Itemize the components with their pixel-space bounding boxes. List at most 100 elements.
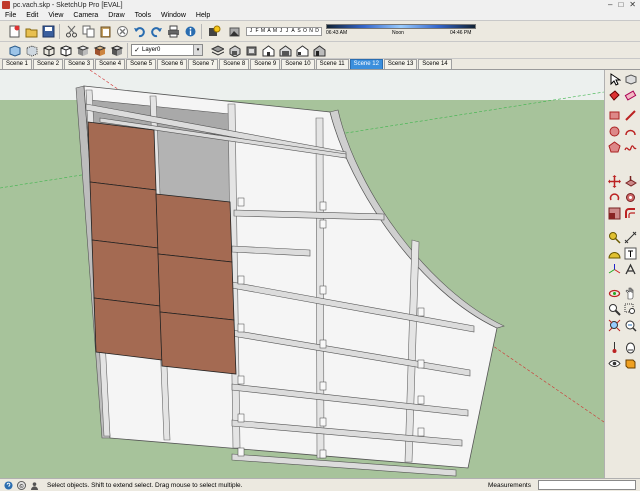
tab-scene-10[interactable]: Scene 10	[281, 59, 315, 69]
maximize-button[interactable]: □	[618, 1, 623, 9]
look-around-icon[interactable]	[607, 356, 622, 371]
shaded-icon[interactable]	[74, 43, 90, 58]
copy-icon[interactable]	[80, 24, 96, 39]
tab-scene-13[interactable]: Scene 13	[383, 59, 418, 69]
paste-icon[interactable]	[97, 24, 113, 39]
right-view-icon[interactable]	[277, 43, 293, 58]
cladding-panel[interactable]	[155, 193, 233, 263]
rectangle-icon[interactable]	[607, 108, 622, 123]
rotate-icon[interactable]	[607, 190, 622, 205]
back-edges-icon[interactable]	[23, 43, 39, 58]
scale-icon[interactable]	[607, 206, 622, 221]
hidden-line-icon[interactable]	[57, 43, 73, 58]
shadow-settings-icon[interactable]	[206, 24, 222, 39]
save-icon[interactable]	[40, 24, 56, 39]
bracket[interactable]	[237, 323, 245, 333]
shadow-time-slider[interactable]: 06:43 AM Noon 04:46 PM	[326, 24, 476, 38]
bracket[interactable]	[417, 395, 425, 405]
protractor-icon[interactable]	[607, 246, 622, 261]
tab-scene-11[interactable]: Scene 11	[315, 59, 349, 69]
cut-icon[interactable]	[63, 24, 79, 39]
move-icon[interactable]	[607, 174, 622, 189]
erase-icon[interactable]	[114, 24, 130, 39]
cladding-panel[interactable]	[159, 311, 237, 375]
tab-scene-7[interactable]: Scene 7	[188, 59, 219, 69]
menu-draw[interactable]: Draw	[103, 12, 129, 19]
menu-file[interactable]: File	[0, 12, 21, 19]
iso-view-icon[interactable]	[226, 43, 242, 58]
layers-manager-icon[interactable]	[209, 43, 225, 58]
walk-icon[interactable]	[623, 340, 638, 355]
bracket[interactable]	[319, 219, 327, 229]
tab-scene-12[interactable]: Scene 12	[349, 59, 383, 69]
shadow-month-slider[interactable]: J F M A M J J A S O N D	[246, 26, 322, 36]
zoom-icon[interactable]	[607, 302, 622, 317]
bracket[interactable]	[319, 285, 327, 295]
tab-scene-4[interactable]: Scene 4	[95, 59, 126, 69]
bracket[interactable]	[237, 447, 245, 457]
tab-scene-6[interactable]: Scene 6	[157, 59, 188, 69]
cladding-panel[interactable]	[157, 253, 235, 321]
menu-tools[interactable]: Tools	[130, 12, 156, 19]
axes-icon[interactable]	[607, 262, 622, 277]
cladding-panel[interactable]	[91, 239, 161, 307]
eraser-icon[interactable]	[623, 88, 638, 103]
wireframe-icon[interactable]	[40, 43, 56, 58]
bracket[interactable]	[417, 427, 425, 437]
cladding-panel[interactable]	[87, 121, 157, 191]
cladding-panel[interactable]	[93, 297, 163, 361]
bracket[interactable]	[417, 307, 425, 317]
bracket[interactable]	[237, 197, 245, 207]
menu-view[interactable]: View	[43, 12, 68, 19]
freehand-icon[interactable]	[623, 140, 638, 155]
bracket[interactable]	[237, 413, 245, 423]
push-pull-icon[interactable]	[623, 174, 638, 189]
shaded-textures-icon[interactable]	[91, 43, 107, 58]
time-gradient-bar[interactable]	[326, 24, 476, 29]
print-icon[interactable]	[165, 24, 181, 39]
bracket[interactable]	[237, 275, 245, 285]
previous-view-icon[interactable]	[623, 318, 638, 333]
tab-scene-9[interactable]: Scene 9	[250, 59, 281, 69]
bracket[interactable]	[237, 375, 245, 385]
bracket[interactable]	[319, 381, 327, 391]
select-icon[interactable]	[607, 72, 622, 87]
cladding-panel[interactable]	[89, 181, 159, 249]
model-view[interactable]	[0, 70, 604, 478]
zoom-window-icon[interactable]	[623, 302, 638, 317]
user-icon[interactable]	[29, 480, 39, 490]
close-button[interactable]: ✕	[629, 1, 636, 9]
open-icon[interactable]	[23, 24, 39, 39]
xray-icon[interactable]	[6, 43, 22, 58]
back-view-icon[interactable]	[294, 43, 310, 58]
component-icon[interactable]	[623, 72, 638, 87]
menu-edit[interactable]: Edit	[21, 12, 43, 19]
layer-dropdown[interactable]: ✓ Layer0 ▾	[131, 44, 203, 56]
tab-scene-2[interactable]: Scene 2	[33, 59, 64, 69]
polygon-icon[interactable]	[607, 140, 622, 155]
paint-bucket-icon[interactable]	[607, 88, 622, 103]
bracket[interactable]	[319, 449, 327, 459]
text-icon[interactable]	[623, 246, 638, 261]
circle-icon[interactable]	[607, 124, 622, 139]
bracket[interactable]	[319, 201, 327, 211]
bracket[interactable]	[417, 359, 425, 369]
bracket[interactable]	[319, 417, 327, 427]
menu-help[interactable]: Help	[191, 12, 215, 19]
shadow-toggle-icon[interactable]	[226, 24, 242, 39]
bracket[interactable]	[319, 339, 327, 349]
menu-window[interactable]: Window	[156, 12, 191, 19]
offset-icon[interactable]	[623, 206, 638, 221]
menu-camera[interactable]: Camera	[68, 12, 103, 19]
drawing-area[interactable]	[0, 70, 604, 478]
help-icon[interactable]	[3, 480, 13, 490]
new-icon[interactable]	[6, 24, 22, 39]
credits-icon[interactable]: ©	[16, 480, 26, 490]
tab-scene-14[interactable]: Scene 14	[418, 59, 452, 69]
undo-icon[interactable]	[131, 24, 147, 39]
monochrome-icon[interactable]	[108, 43, 124, 58]
arc-icon[interactable]	[623, 124, 638, 139]
follow-me-icon[interactable]	[623, 190, 638, 205]
top-view-icon[interactable]	[243, 43, 259, 58]
tab-scene-1[interactable]: Scene 1	[2, 59, 33, 69]
